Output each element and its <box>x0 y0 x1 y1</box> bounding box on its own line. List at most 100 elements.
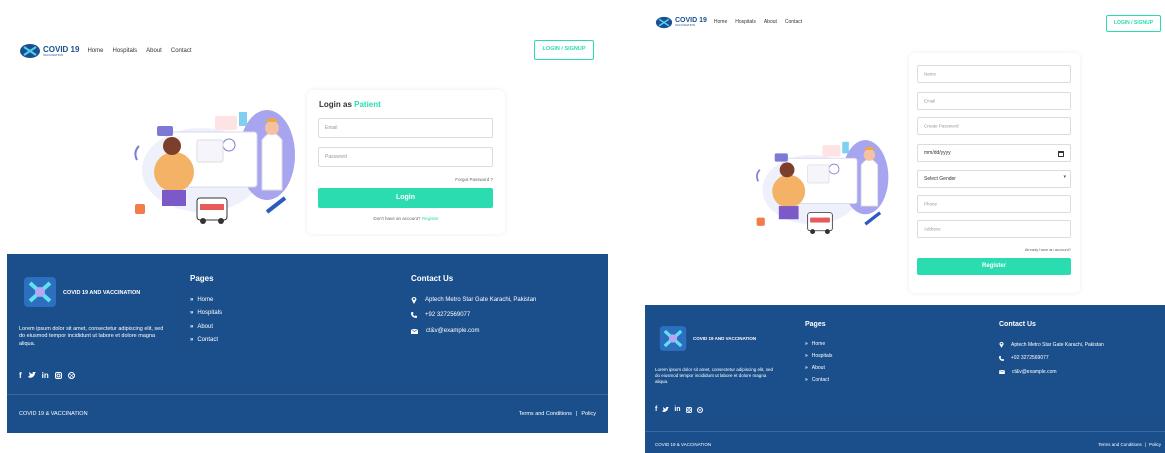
footer-page-link-about[interactable]: » About <box>190 324 213 330</box>
footer-page-label: Hospitals <box>197 310 223 316</box>
phone-input[interactable]: Phone <box>917 195 1071 213</box>
brand-logo[interactable]: COVID 19 VACCINATION <box>655 16 707 29</box>
twitter-icon[interactable] <box>662 406 670 413</box>
footer-page-label: Hospitals <box>811 353 833 359</box>
dribbble-icon[interactable] <box>67 372 75 379</box>
name-input[interactable]: Name <box>917 65 1071 83</box>
double-chevron-right-icon: » <box>190 297 194 303</box>
footer-about-text: Lorem ipsum dolor sit amet, consectetur … <box>655 367 774 385</box>
footer-page-label: Home <box>811 341 826 347</box>
virus-logo-icon <box>659 326 687 351</box>
login-title: Login as Patient <box>319 100 381 109</box>
calendar-icon[interactable] <box>1058 150 1064 157</box>
terms-link[interactable]: Terms and Conditions <box>1098 442 1142 447</box>
name-input-placeholder: Name <box>924 71 937 77</box>
footer-page-link-hospitals[interactable]: » Hospitals <box>190 310 222 316</box>
birth-date-input[interactable]: mm/dd/yyyy <box>917 144 1071 162</box>
login-title-role: Patient <box>354 100 381 109</box>
email-input-placeholder: Email <box>924 98 936 104</box>
site-footer: COVID 19 AND VACCINATION Lorem ipsum dol… <box>645 305 1165 453</box>
envelope-icon <box>999 370 1005 374</box>
policy-link[interactable]: Policy <box>1149 442 1161 447</box>
footer-page-label: About <box>811 365 825 371</box>
footer-brand-name: COVID 19 AND VACCINATION <box>693 336 757 341</box>
site-footer: COVID 19 AND VACCINATION Lorem ipsum dol… <box>7 254 608 433</box>
facebook-icon[interactable]: f <box>655 406 657 413</box>
login-signup-button[interactable]: LOGIN / SIGNUP <box>1106 15 1161 32</box>
footer-copyright: COVID 19 & VACCINATION <box>19 411 88 417</box>
footer-legal-links: Terms and Conditions | Policy <box>1098 442 1161 447</box>
register-submit-button[interactable]: Register <box>917 258 1071 275</box>
footer-divider <box>7 394 608 395</box>
login-submit-button[interactable]: Login <box>318 188 493 208</box>
email-input-placeholder: Email <box>325 125 338 131</box>
footer-page-link-about[interactable]: » About <box>805 365 825 371</box>
contact-phone-text: +92 3272569077 <box>425 312 471 318</box>
twitter-icon[interactable] <box>27 372 36 379</box>
footer-page-label: About <box>197 324 214 330</box>
contact-email: ct&v@example.com <box>411 328 479 334</box>
gender-select-value: Select Gender <box>924 176 956 182</box>
already-have-account-link[interactable]: Already have an account? <box>1025 247 1071 252</box>
legal-separator: | <box>1144 442 1146 447</box>
footer-page-link-home[interactable]: » Home <box>805 341 825 347</box>
footer-pages-title: Pages <box>190 274 214 283</box>
nav-link-contact[interactable]: Contact <box>171 48 192 54</box>
nav-link-hospitals[interactable]: Hospitals <box>735 19 756 25</box>
instagram-icon[interactable] <box>54 372 62 379</box>
email-input[interactable]: Email <box>318 118 493 138</box>
email-input[interactable]: Email <box>917 92 1071 110</box>
nav-link-home[interactable]: Home <box>714 19 727 25</box>
facebook-icon[interactable]: f <box>19 371 22 380</box>
forgot-password-link[interactable]: Forgot Password ? <box>455 177 493 182</box>
address-input-placeholder: Address <box>924 226 941 232</box>
doctor-patient-illustration <box>134 110 295 224</box>
login-card: Login as Patient Email Password Forgot P… <box>307 90 505 234</box>
doctor-patient-illustration <box>756 140 889 235</box>
nav-link-home[interactable]: Home <box>87 48 103 54</box>
footer-page-label: Home <box>197 297 214 303</box>
double-chevron-right-icon: » <box>805 353 808 359</box>
register-prompt: Don't have an account? Register <box>307 216 505 221</box>
login-signup-button[interactable]: LOGIN / SIGNUP <box>534 40 594 60</box>
address-input[interactable]: Address <box>917 220 1071 238</box>
logo-sub-text: VACCINATION <box>43 52 64 57</box>
password-input[interactable]: Password <box>318 147 493 167</box>
double-chevron-right-icon: » <box>805 377 808 383</box>
terms-link[interactable]: Terms and Conditions <box>519 411 572 417</box>
double-chevron-right-icon: » <box>190 324 194 330</box>
gender-select[interactable]: Select Gender ▾ <box>917 170 1071 188</box>
phone-icon <box>411 312 417 318</box>
footer-page-link-contact[interactable]: » Contact <box>805 377 829 383</box>
instagram-icon[interactable] <box>685 406 692 413</box>
footer-page-link-home[interactable]: » Home <box>190 297 213 303</box>
contact-address: Aptech Metro Star Gate Karachi, Pakistan <box>999 341 1104 348</box>
footer-copyright: COVID 19 & VACCINATION <box>655 442 712 447</box>
linkedin-icon[interactable]: in <box>674 406 680 413</box>
logo-sub-text: VACCINATION <box>675 23 696 27</box>
register-link[interactable]: Register <box>422 216 439 221</box>
footer-brand-name: COVID 19 AND VACCINATION <box>63 290 141 296</box>
policy-link[interactable]: Policy <box>581 411 596 417</box>
nav-link-about[interactable]: About <box>764 19 777 25</box>
no-account-text: Don't have an account? <box>373 216 421 221</box>
nav-link-contact[interactable]: Contact <box>785 19 802 25</box>
nav-link-hospitals[interactable]: Hospitals <box>112 48 137 54</box>
linkedin-icon[interactable]: in <box>42 371 49 380</box>
nav-link-about[interactable]: About <box>146 48 162 54</box>
register-card: Name Email Create Password mm/dd/yyyy Se… <box>909 53 1080 293</box>
create-password-input[interactable]: Create Password <box>917 117 1071 135</box>
footer-divider <box>645 431 1165 432</box>
contact-email: ct&v@example.com <box>999 369 1057 375</box>
footer-legal-links: Terms and Conditions | Policy <box>519 411 596 417</box>
footer-page-link-hospitals[interactable]: » Hospitals <box>805 353 832 359</box>
footer-contact-title: Contact Us <box>411 274 454 283</box>
register-page-screenshot: COVID 19 VACCINATION Home Hospitals Abou… <box>645 5 1165 453</box>
footer-page-link-contact[interactable]: » Contact <box>190 337 218 343</box>
envelope-icon <box>411 328 418 334</box>
social-links: f in <box>655 406 703 413</box>
brand-logo[interactable]: COVID 19 VACCINATION <box>19 43 79 59</box>
virus-logo-icon <box>20 44 40 58</box>
contact-email-text: ct&v@example.com <box>1012 369 1057 375</box>
dribbble-icon[interactable] <box>696 406 703 413</box>
